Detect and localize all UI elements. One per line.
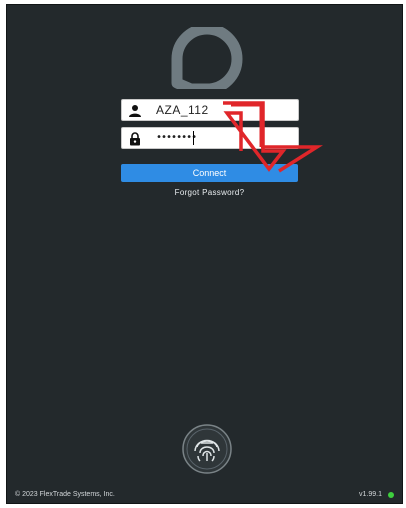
annotation-arrow-icon xyxy=(223,101,323,173)
app-logo-icon xyxy=(171,27,243,89)
copyright-text: © 2023 FlexTrade Systems, Inc. xyxy=(15,491,115,498)
forgot-password-link[interactable]: Forgot Password? xyxy=(121,188,298,197)
username-value: AZA_112 xyxy=(156,103,209,117)
version-label: v1.99.1 xyxy=(359,491,382,498)
login-window: AZA_112 •••••••• Connect Forgot Password… xyxy=(6,4,403,504)
fingerprint-icon[interactable] xyxy=(181,423,233,475)
lock-icon xyxy=(130,132,140,146)
status-dot-icon xyxy=(388,492,394,498)
user-icon xyxy=(129,105,141,117)
password-mask: •••••••• xyxy=(156,132,197,143)
text-caret xyxy=(193,131,194,145)
